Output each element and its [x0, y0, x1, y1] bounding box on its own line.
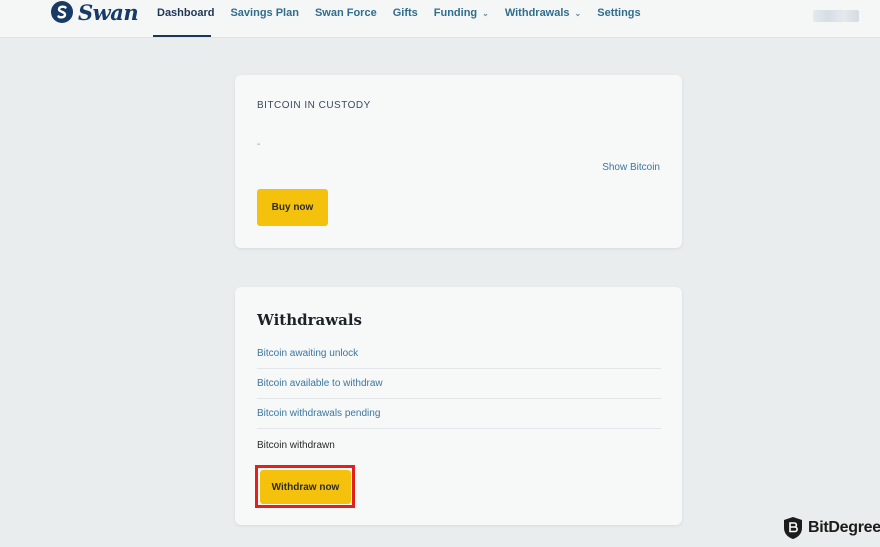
withdrawals-row-label: Bitcoin withdrawals pending: [257, 408, 381, 419]
custody-value: -: [257, 139, 261, 150]
chevron-down-icon: ⌄: [482, 8, 489, 18]
user-account-menu[interactable]: [813, 10, 859, 22]
nav-savings-plan[interactable]: Savings Plan: [230, 6, 298, 20]
main-nav: Dashboard Savings Plan Swan Force Gifts …: [157, 6, 657, 20]
nav-withdrawals[interactable]: Withdrawals ⌄: [505, 6, 581, 20]
bitdegree-shield-icon: [784, 517, 802, 539]
nav-dashboard-label: Dashboard: [157, 7, 215, 19]
nav-savings-plan-label: Savings Plan: [230, 7, 299, 19]
withdrawals-row-label: Bitcoin available to withdraw: [257, 378, 383, 389]
buy-now-button[interactable]: Buy now: [257, 189, 328, 226]
watermark-text: BitDegree: [808, 519, 880, 536]
withdrawals-row-withdrawn: Bitcoin withdrawn: [257, 430, 661, 460]
nav-gifts-label: Gifts: [392, 7, 418, 19]
nav-dashboard[interactable]: Dashboard: [157, 6, 214, 20]
withdrawals-row-label: Bitcoin withdrawn: [257, 439, 335, 451]
swan-logo[interactable]: Swan: [51, 0, 139, 25]
swan-logo-icon: [51, 1, 73, 23]
custody-title: BITCOIN IN CUSTODY: [257, 100, 371, 111]
nav-funding-label: Funding: [433, 7, 478, 19]
nav-settings-label: Settings: [597, 7, 641, 19]
chevron-down-icon: ⌄: [574, 8, 582, 18]
top-nav-bar: Swan Dashboard Savings Plan Swan Force G…: [0, 0, 880, 38]
nav-swan-force[interactable]: Swan Force: [315, 6, 377, 20]
withdrawals-row-available[interactable]: Bitcoin available to withdraw: [257, 369, 661, 399]
custody-card: BITCOIN IN CUSTODY - Show Bitcoin Buy no…: [235, 75, 682, 248]
nav-swan-force-label: Swan Force: [314, 7, 377, 19]
nav-settings[interactable]: Settings: [597, 6, 640, 20]
withdrawals-title: Withdrawals: [257, 311, 362, 329]
active-tab-indicator: [153, 35, 211, 37]
nav-funding[interactable]: Funding ⌄: [434, 6, 489, 20]
nav-withdrawals-label: Withdrawals: [504, 7, 570, 19]
brand-name: Swan: [78, 0, 139, 25]
withdrawals-row-awaiting-unlock[interactable]: Bitcoin awaiting unlock: [257, 339, 661, 369]
nav-gifts[interactable]: Gifts: [393, 6, 418, 20]
withdrawals-row-label: Bitcoin awaiting unlock: [257, 348, 359, 359]
bitdegree-watermark: BitDegree: [782, 516, 880, 540]
withdraw-now-button[interactable]: Withdraw now: [260, 470, 351, 504]
show-bitcoin-link[interactable]: Show Bitcoin: [602, 162, 660, 173]
withdrawals-card: Withdrawals Bitcoin awaiting unlock Bitc…: [235, 287, 682, 525]
withdrawals-row-pending[interactable]: Bitcoin withdrawals pending: [257, 399, 661, 429]
